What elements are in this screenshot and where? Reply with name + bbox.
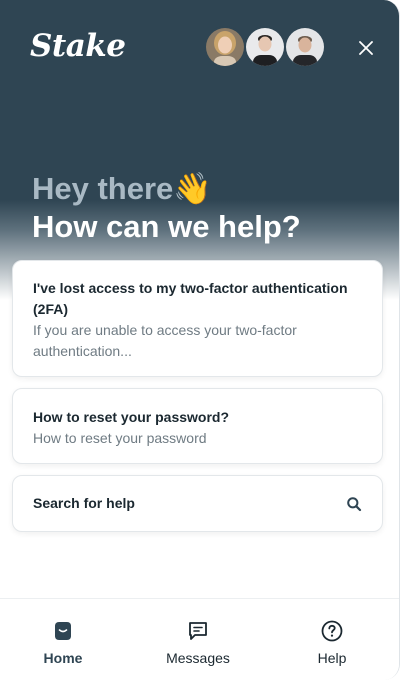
avatar <box>244 26 286 68</box>
card-title: I've lost access to my two-factor authen… <box>33 280 348 317</box>
messenger-panel: Stake Hey there👋 How can we help? I've l… <box>0 0 400 680</box>
nav-item-home[interactable]: Home <box>38 599 88 680</box>
close-icon <box>359 41 373 55</box>
nav-label: Home <box>43 650 83 666</box>
help-article-card[interactable]: How to reset your password? How to reset… <box>12 388 383 464</box>
card-description: If you are unable to access your two-fac… <box>33 322 297 359</box>
stake-logo: Stake <box>30 28 126 64</box>
close-button[interactable] <box>354 36 378 60</box>
nav-item-messages[interactable]: Messages <box>160 599 236 680</box>
home-icon <box>55 622 71 640</box>
help-icon <box>321 620 343 642</box>
messages-icon <box>189 622 207 640</box>
avatar <box>284 26 326 68</box>
nav-label: Messages <box>166 650 230 666</box>
greeting-text: Hey there <box>32 171 174 206</box>
search-icon <box>347 497 362 512</box>
greeting: Hey there👋 <box>32 170 212 208</box>
page-title: How can we help? <box>32 209 301 244</box>
team-avatars <box>204 26 326 70</box>
nav-label: Help <box>317 650 347 666</box>
search-label: Search for help <box>33 495 135 511</box>
waving-hand-icon: 👋 <box>173 171 212 206</box>
avatar <box>204 26 246 68</box>
card-description: How to reset your password <box>33 430 207 446</box>
card-title: How to reset your password? <box>33 409 230 425</box>
help-article-card[interactable]: I've lost access to my two-factor authen… <box>12 260 383 377</box>
search-help-button[interactable]: Search for help <box>12 475 383 532</box>
bottom-nav: Home Messages Help <box>0 598 399 680</box>
nav-item-help[interactable]: Help <box>310 599 354 680</box>
header: Stake <box>0 0 399 100</box>
